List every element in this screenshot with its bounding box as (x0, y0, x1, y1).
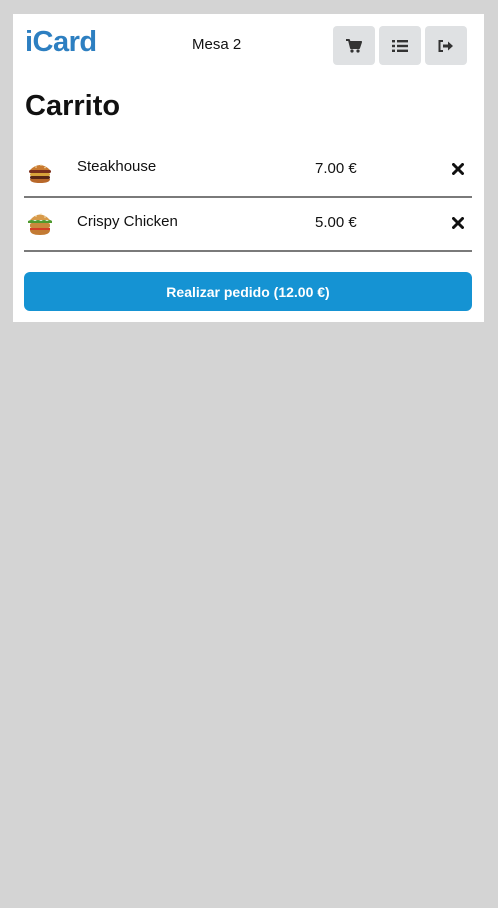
brand-logo[interactable]: iCard (25, 26, 97, 59)
list-icon (392, 39, 408, 52)
close-icon (452, 216, 464, 234)
top-header: iCard Mesa 2 (13, 14, 484, 78)
logout-button[interactable] (425, 26, 467, 65)
cart-item: Steakhouse 7.00 € (24, 144, 472, 198)
orders-list-button[interactable] (379, 26, 421, 65)
remove-item-button[interactable] (450, 163, 466, 179)
cart-button[interactable] (333, 26, 375, 65)
close-icon (452, 162, 464, 180)
logout-icon (438, 39, 454, 52)
burger-icon (27, 209, 53, 235)
place-order-button[interactable]: Realizar pedido (12.00 €) (24, 272, 472, 311)
cart-icon (346, 38, 362, 53)
cart-item-price: 7.00 € (315, 160, 357, 177)
cart-item: Crispy Chicken 5.00 € (24, 198, 472, 252)
remove-item-button[interactable] (450, 217, 466, 233)
table-label: Mesa 2 (192, 36, 242, 53)
cart-item-name: Crispy Chicken (77, 213, 178, 230)
cart-item-name: Steakhouse (77, 158, 157, 175)
burger-icon (27, 159, 53, 185)
cart-card: iCard Mesa 2 Carrito Steakhouse 7.00 € C… (13, 14, 484, 322)
cart-item-price: 5.00 € (315, 214, 357, 231)
page-title: Carrito (25, 90, 121, 122)
